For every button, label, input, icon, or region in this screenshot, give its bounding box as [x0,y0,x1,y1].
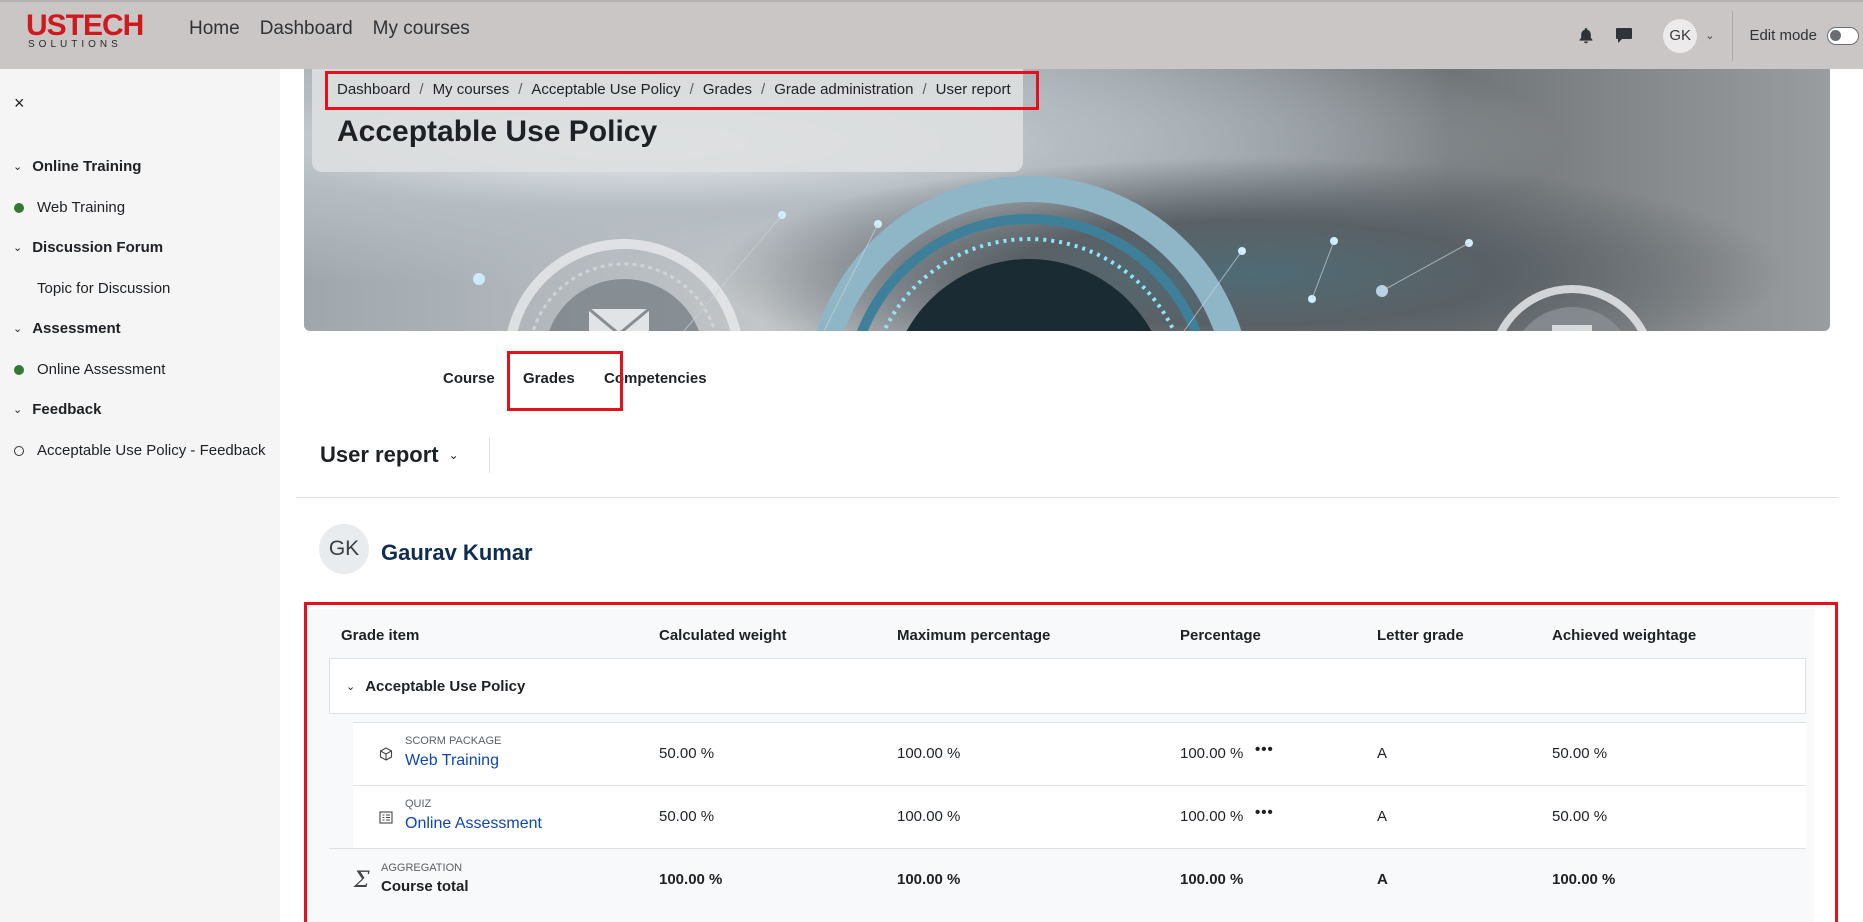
activity-feedback[interactable]: Acceptable Use Policy - Feedback [14,442,265,459]
notifications-bell-icon[interactable] [1571,21,1601,51]
primary-navigation: Home Dashboard My courses [189,18,470,40]
logo-text: USTECH [26,9,144,42]
chevron-down-icon[interactable]: ⌄ [13,241,22,254]
edit-mode-toggle[interactable] [1827,26,1859,45]
report-selector-dropdown[interactable]: User report ⌄ [320,442,459,468]
chevron-down-icon[interactable]: ⌄ [13,160,22,173]
top-navbar: USTECH SOLUTIONS Home Dashboard My cours… [0,0,1863,69]
activity-online-assessment[interactable]: Online Assessment [14,361,165,378]
section-discussion-forum[interactable]: ⌄ Discussion Forum [13,239,163,256]
completion-complete-icon [14,202,24,213]
chevron-down-icon[interactable]: ⌄ [13,322,22,335]
user-name-link[interactable]: Gaurav Kumar [381,540,533,566]
completion-complete-icon [14,364,24,375]
section-feedback[interactable]: ⌄ Feedback [13,401,101,418]
chevron-down-icon[interactable]: ⌄ [13,403,22,416]
nav-my-courses[interactable]: My courses [373,18,470,40]
tab-course[interactable]: Course [443,370,495,387]
highlight-grade-table [304,602,1838,922]
activity-web-training[interactable]: Web Training [14,199,125,216]
course-index-drawer: × ⌄ Online Training Web Training ⌄ Discu… [0,69,280,922]
nav-home[interactable]: Home [189,18,240,40]
chevron-down-icon: ⌄ [448,448,459,462]
activity-topic-for-discussion[interactable]: Topic for Discussion [14,280,170,297]
divider [489,437,490,473]
user-avatar-menu[interactable]: GK [1663,18,1698,53]
section-assessment[interactable]: ⌄ Assessment [13,320,121,337]
highlight-breadcrumb [325,71,1039,110]
divider [296,497,1838,498]
edit-mode-label: Edit mode [1749,27,1817,44]
divider [1732,10,1734,61]
completion-incomplete-icon [14,445,24,456]
close-drawer-icon[interactable]: × [14,93,25,114]
messages-chat-icon[interactable] [1609,21,1639,51]
user-tools: GK ⌄ Edit mode [1571,2,1863,69]
chevron-down-icon[interactable]: ⌄ [1705,29,1714,42]
section-online-training[interactable]: ⌄ Online Training [13,158,141,175]
user-avatar: GK [319,524,369,574]
highlight-grades-tab [507,351,623,411]
page-title: Acceptable Use Policy [337,115,658,148]
company-logo[interactable]: USTECH SOLUTIONS [26,9,144,50]
nav-dashboard[interactable]: Dashboard [260,18,353,40]
